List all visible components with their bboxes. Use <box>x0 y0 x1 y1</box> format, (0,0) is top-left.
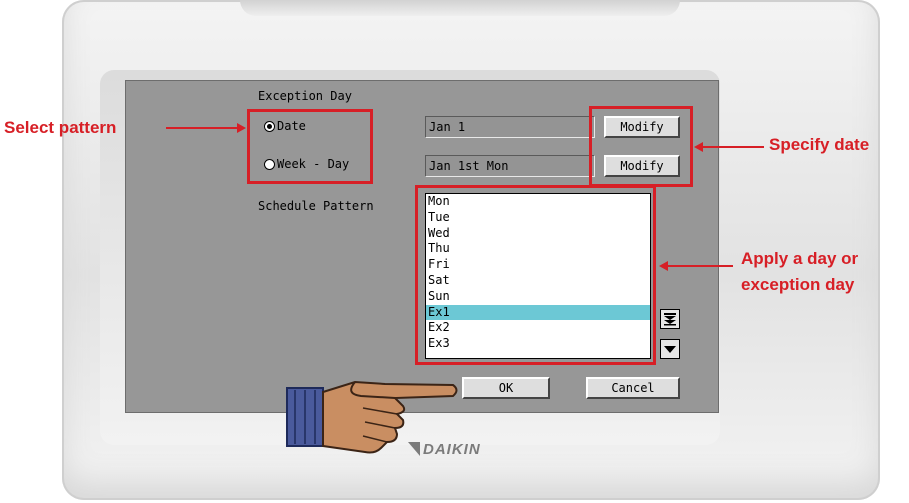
controller-top-bezel <box>240 0 680 16</box>
exception-day-label: Exception Day <box>258 89 352 103</box>
daikin-logo: DAIKIN <box>408 441 481 458</box>
double-down-arrow-icon[interactable] <box>660 309 680 329</box>
down-arrow-icon[interactable] <box>660 339 680 359</box>
week-day-field[interactable]: Jan 1st Mon <box>425 155 595 177</box>
daikin-logo-text: DAIKIN <box>423 441 481 458</box>
specify-date-callout: Specify date <box>769 135 870 154</box>
date-field[interactable]: Jan 1 <box>425 116 595 138</box>
schedule-list-highlight <box>415 185 656 365</box>
select-pattern-highlight <box>247 109 373 184</box>
select-pattern-callout: Select pattern <box>4 118 117 137</box>
select-pattern-arrow <box>166 123 246 133</box>
schedule-pattern-label: Schedule Pattern <box>258 199 374 213</box>
daikin-mark-icon <box>408 442 420 456</box>
apply-day-arrow <box>659 261 733 271</box>
specify-date-arrow <box>694 142 764 152</box>
ok-button[interactable]: OK <box>462 377 550 399</box>
cancel-button[interactable]: Cancel <box>586 377 680 399</box>
apply-day-callout-line1: Apply a day or <box>741 249 859 268</box>
specify-date-highlight <box>589 106 693 187</box>
apply-day-callout-line2: exception day <box>741 275 855 294</box>
